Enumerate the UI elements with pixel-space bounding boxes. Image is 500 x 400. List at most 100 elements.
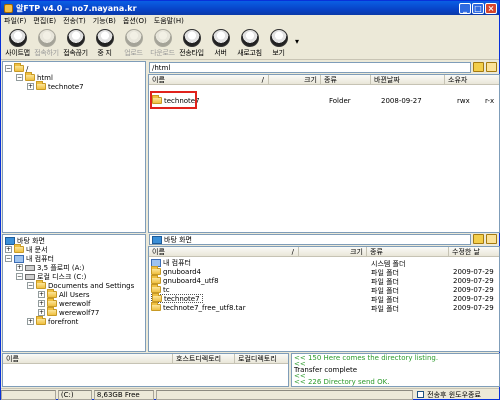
- local-file-row[interactable]: gnuboard4_utf8: [151, 275, 219, 285]
- connect-label: 접속하기: [34, 49, 59, 57]
- expand-icon[interactable]: +: [38, 300, 45, 307]
- remote-parent-folder-icon[interactable]: [486, 62, 497, 72]
- remote-file-row[interactable]: technote7: [152, 95, 497, 105]
- download-button[interactable]: 다운로드: [148, 27, 177, 59]
- remote-col-size-label: 크기: [304, 75, 317, 84]
- local-path-input[interactable]: 바탕 화면: [149, 234, 471, 245]
- site-map-button[interactable]: 사이트맵: [3, 27, 32, 59]
- collapse-icon[interactable]: −: [5, 255, 12, 262]
- close-button[interactable]: ×: [485, 2, 497, 14]
- remote-col-size[interactable]: 크기: [269, 75, 321, 84]
- local-file-row[interactable]: technote7_free_utf8.tar: [151, 302, 246, 312]
- local-col-size[interactable]: 크기: [299, 247, 367, 256]
- queue-col-name[interactable]: 이름: [3, 354, 173, 363]
- remote-tree-html[interactable]: − html: [16, 72, 53, 82]
- remote-col-name[interactable]: 이름 /: [149, 75, 269, 84]
- local-tree-allusers[interactable]: + All Users: [38, 289, 90, 299]
- minimize-button[interactable]: _: [459, 2, 471, 14]
- remote-dropdown-icon[interactable]: [473, 62, 484, 72]
- collapse-icon[interactable]: −: [16, 74, 23, 81]
- remote-path-input[interactable]: /html: [149, 62, 471, 73]
- expand-icon[interactable]: +: [27, 83, 34, 90]
- view-button[interactable]: 보기: [264, 27, 293, 59]
- connect-button[interactable]: 접속하기: [32, 27, 61, 59]
- local-col-modified[interactable]: 수정한 날: [449, 247, 499, 256]
- remote-column-header: 이름 / 크기 종류 바뀐날짜 소유자: [149, 75, 499, 85]
- expand-icon[interactable]: +: [27, 318, 34, 325]
- shutdown-checkbox[interactable]: [417, 391, 425, 398]
- folder-icon: [151, 275, 161, 284]
- local-file-name: technote7: [164, 294, 200, 303]
- status-drive-text: (C:): [60, 390, 74, 399]
- stop-button[interactable]: 중 지: [90, 27, 119, 59]
- transfer-queue-pane[interactable]: 이름 호스트디렉토리 로컬디렉토리: [2, 353, 289, 387]
- menu-transfer[interactable]: 전송(T): [63, 16, 86, 26]
- shutdown-after-transfer-option[interactable]: 전송후 윈도우종료: [415, 390, 497, 400]
- remote-file-list[interactable]: 이름 / 크기 종류 바뀐날짜 소유자 technote7 Folder 2008…: [148, 74, 500, 233]
- local-tree-forefront[interactable]: + forefront: [27, 316, 78, 326]
- app-icon: [4, 3, 13, 13]
- local-tree-werewolf[interactable]: + werewolf: [38, 298, 90, 308]
- remote-col-owner-label: 소유자: [448, 75, 468, 84]
- local-file-row[interactable]: technote7: [151, 293, 203, 303]
- remote-col-type[interactable]: 종류: [321, 75, 371, 84]
- folder-icon: [47, 298, 57, 307]
- refresh-button[interactable]: 새로고침: [235, 27, 264, 59]
- site-map-label: 사이트맵: [5, 49, 30, 57]
- folder-icon: [152, 293, 162, 302]
- local-file-list[interactable]: 이름 / 크기 종류 수정한 날 내 컴퓨터 시스템 폴더 gnuboard4 파…: [148, 246, 500, 352]
- queue-col-host-dir[interactable]: 호스트디렉토리: [173, 354, 235, 363]
- remote-tree-technote7[interactable]: + technote7: [27, 81, 84, 91]
- disconnect-label: 접속끊기: [63, 49, 88, 57]
- local-file-date: 2009-07-29: [453, 304, 494, 312]
- menu-edit[interactable]: 편집(E): [33, 16, 56, 26]
- expand-icon[interactable]: +: [16, 264, 23, 271]
- menu-file[interactable]: 파일(F): [4, 16, 26, 26]
- folder-icon: [151, 302, 161, 311]
- expand-icon[interactable]: +: [38, 291, 45, 298]
- collapse-icon[interactable]: −: [5, 65, 12, 72]
- local-col-name[interactable]: 이름 /: [149, 247, 299, 256]
- expand-icon[interactable]: +: [38, 309, 45, 316]
- remote-col-name-label: 이름: [152, 75, 165, 84]
- collapse-icon[interactable]: −: [27, 282, 34, 289]
- remote-tree-pane[interactable]: − / − html + technote7: [2, 61, 146, 233]
- local-col-type[interactable]: 종류: [367, 247, 449, 256]
- folder-icon: [151, 284, 161, 293]
- remote-col-owner[interactable]: 소유자: [445, 75, 499, 84]
- app-window: 알FTP v4.0 – no7.nayana.kr _ □ × 파일(F) 편집…: [0, 0, 500, 400]
- menu-function[interactable]: 기능(B): [93, 16, 116, 26]
- disconnect-button[interactable]: 접속끊기: [61, 27, 90, 59]
- local-column-header: 이름 / 크기 종류 수정한 날: [149, 247, 499, 257]
- transfer-type-button[interactable]: 전송타입: [177, 27, 206, 59]
- folder-icon: [36, 280, 46, 289]
- server-button[interactable]: 서버: [206, 27, 235, 59]
- log-pane[interactable]: << 150 Here comes the directory listing.…: [291, 353, 500, 387]
- menu-options[interactable]: 옵션(O): [123, 16, 147, 26]
- upload-button[interactable]: 업로드: [119, 27, 148, 59]
- local-tree-pane[interactable]: 바탕 화면 + 내 문서 − 내 컴퓨터 + 3,5 플로피 (A:) − 로컬…: [2, 234, 146, 352]
- folder-icon: [47, 307, 57, 316]
- maximize-button[interactable]: □: [472, 2, 484, 14]
- local-parent-folder-icon[interactable]: [486, 234, 497, 244]
- expand-icon[interactable]: +: [5, 246, 12, 253]
- local-dropdown-icon[interactable]: [473, 234, 484, 244]
- toolbar: 사이트맵 접속하기 접속끊기 중 지 업로드 다운로드 전송타입 서버 새로고침…: [1, 27, 499, 60]
- local-tree-localdisk[interactable]: − 로컬 디스크 (C:): [16, 272, 86, 281]
- remote-col-modified[interactable]: 바뀐날짜: [371, 75, 445, 84]
- status-drive: (C:): [57, 389, 92, 400]
- toolbar-more-arrow[interactable]: ▾: [295, 27, 299, 59]
- window-title: 알FTP v4.0 – no7.nayana.kr: [16, 3, 137, 13]
- queue-col-local-dir[interactable]: 로컬디렉토리: [235, 354, 288, 363]
- desktop-icon: [152, 235, 162, 244]
- local-file-date: 2009-07-29: [453, 268, 494, 276]
- remote-file-type: Folder: [329, 97, 351, 105]
- local-file-row[interactable]: gnuboard4: [151, 266, 201, 276]
- local-tree-docsettings[interactable]: − Documents and Settings: [27, 280, 134, 290]
- log-line: << 226 Directory send OK.: [294, 378, 390, 386]
- title-bar[interactable]: 알FTP v4.0 – no7.nayana.kr _ □ ×: [1, 1, 499, 15]
- status-free-text: 8,63GB Free: [96, 390, 140, 399]
- collapse-icon[interactable]: −: [16, 273, 23, 280]
- local-tree-werewolf77[interactable]: + werewolf77: [38, 307, 99, 317]
- menu-help[interactable]: 도움말(H): [154, 16, 184, 26]
